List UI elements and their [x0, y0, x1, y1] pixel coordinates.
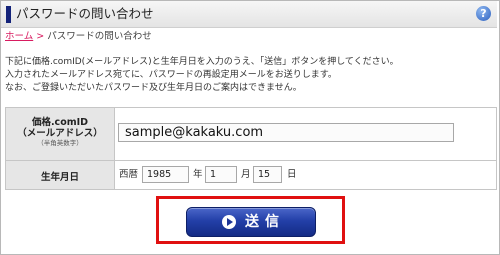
- submit-label: 送信: [245, 214, 285, 230]
- birth-month-field[interactable]: [205, 166, 237, 183]
- id-label-sub: （メールアドレス）: [17, 128, 103, 139]
- era-label: 西暦: [119, 169, 139, 180]
- title-accent-bar: [6, 6, 11, 23]
- instruction-line: なお、ご登録いただいたパスワード及び生年月日のご案内はできません。: [5, 83, 302, 93]
- id-label: 価格.comID: [31, 117, 89, 128]
- id-row: 価格.comID （メールアドレス） （半角英数字）: [6, 108, 496, 161]
- help-icon[interactable]: ?: [476, 6, 491, 21]
- birthdate-label-cell: 生年月日: [6, 161, 115, 189]
- birthdate-row: 生年月日 西暦 年 月 日: [6, 161, 496, 189]
- play-circle-icon: [222, 215, 236, 229]
- birth-year-field[interactable]: [142, 166, 189, 183]
- password-inquiry-form: 価格.comID （メールアドレス） （半角英数字） 生年月日 西暦 年 月 日: [5, 107, 497, 190]
- breadcrumb-home-link[interactable]: ホーム: [5, 31, 33, 42]
- page-title: パスワードの問い合わせ: [16, 6, 154, 21]
- breadcrumb-separator: >: [36, 31, 45, 42]
- breadcrumb: ホーム > パスワードの問い合わせ: [5, 31, 152, 43]
- year-unit-label: 年: [193, 169, 203, 180]
- birth-day-field[interactable]: [253, 166, 282, 183]
- birthdate-label: 生年月日: [40, 172, 79, 183]
- title-bar: パスワードの問い合わせ ?: [1, 1, 497, 28]
- day-unit-label: 日: [287, 169, 297, 180]
- email-field[interactable]: [118, 123, 454, 142]
- instruction-line: 入力されたメールアドレス宛てに、パスワードの再設定用メールをお送りします。: [5, 70, 337, 80]
- instruction-line: 下記に価格.comID(メールアドレス)と生年月日を入力のうえ、「送信」ボタンを…: [5, 57, 399, 67]
- month-unit-label: 月: [241, 169, 251, 180]
- submit-button[interactable]: 送信: [186, 207, 316, 237]
- breadcrumb-current: パスワードの問い合わせ: [47, 31, 152, 42]
- id-label-note: （半角英数字）: [37, 139, 83, 147]
- instructions: 下記に価格.comID(メールアドレス)と生年月日を入力のうえ、「送信」ボタンを…: [5, 56, 399, 95]
- id-label-cell: 価格.comID （メールアドレス） （半角英数字）: [6, 108, 115, 160]
